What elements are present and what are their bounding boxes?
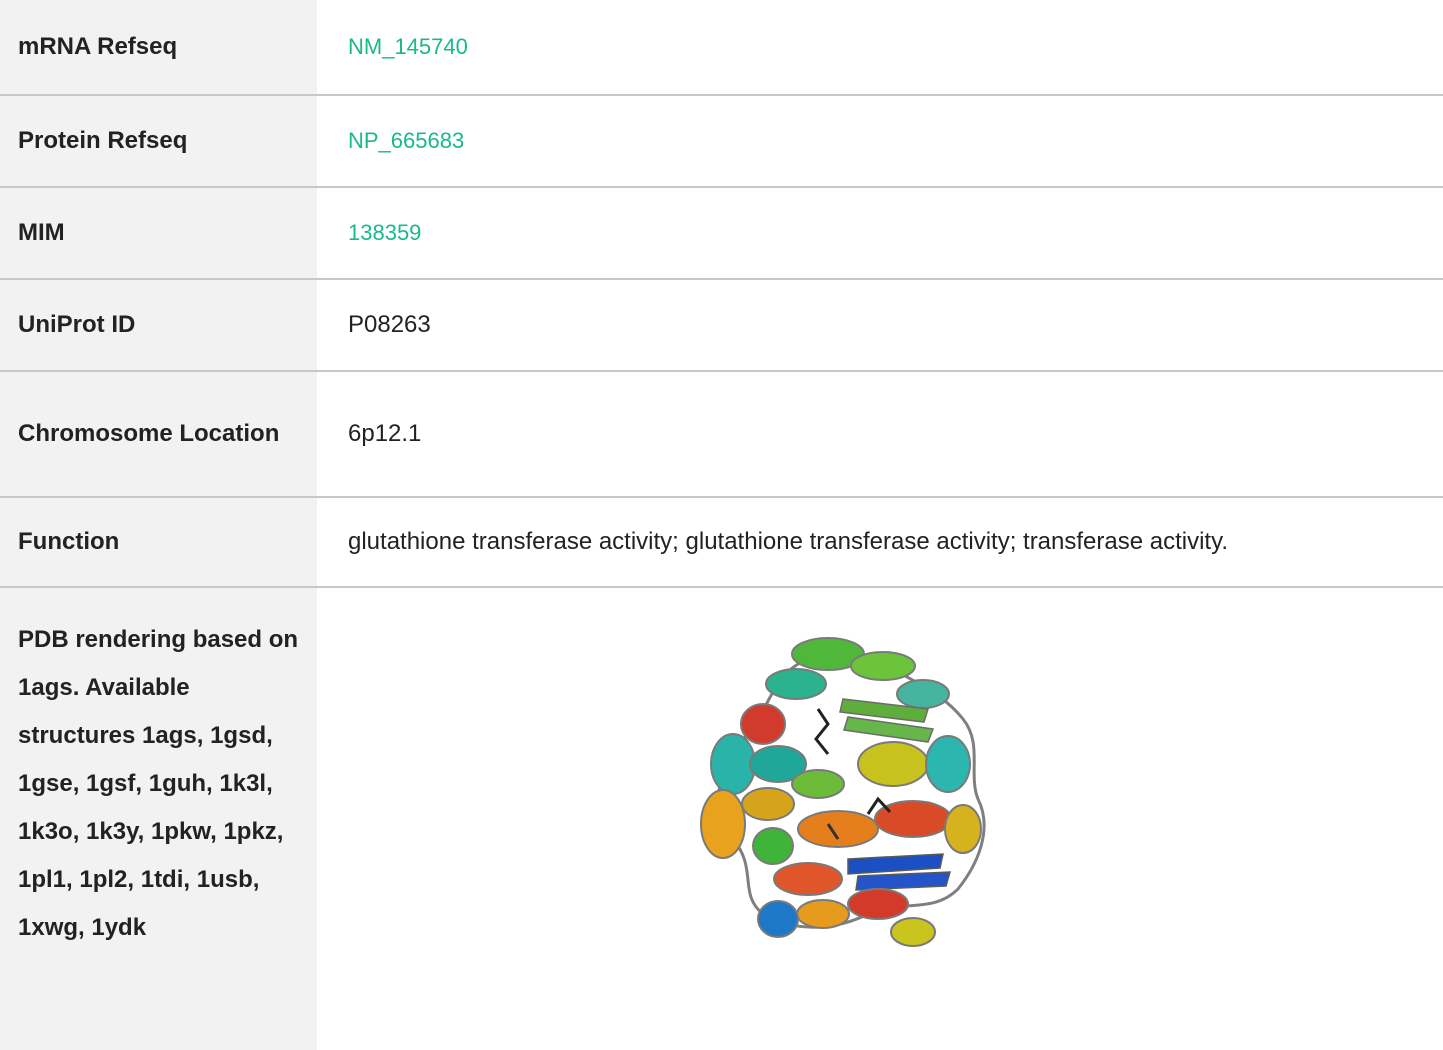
table-row-pdb-rendering: PDB rendering based on 1ags. Available s… [0, 587, 1443, 1050]
row-label: Function [0, 497, 317, 588]
row-label: Chromosome Location [0, 371, 317, 498]
protein-refseq-link[interactable]: NP_665683 [348, 128, 464, 153]
protein-structure-image [678, 614, 1020, 956]
mim-link[interactable]: 138359 [348, 220, 421, 245]
chromosome-location-value: 6p12.1 [317, 371, 1443, 498]
table-row-protein-refseq: Protein Refseq NP_665683 [0, 95, 1443, 188]
row-label: MIM [0, 187, 317, 280]
table-row-function: Function glutathione transferase activit… [0, 497, 1443, 588]
function-value: glutathione transferase activity; glutat… [317, 497, 1443, 588]
table-row-mim: MIM 138359 [0, 187, 1443, 280]
uniprot-id-value: P08263 [317, 279, 1443, 372]
row-label: Protein Refseq [0, 95, 317, 188]
row-label: PDB rendering based on 1ags. Available s… [0, 587, 317, 1050]
table-row-chromosome-location: Chromosome Location 6p12.1 [0, 371, 1443, 498]
mrna-refseq-link[interactable]: NM_145740 [348, 34, 468, 59]
table-row-uniprot-id: UniProt ID P08263 [0, 279, 1443, 372]
row-label: UniProt ID [0, 279, 317, 372]
gene-info-table: mRNA Refseq NM_145740 Protein Refseq NP_… [0, 0, 1443, 1050]
row-label: mRNA Refseq [0, 0, 317, 96]
table-row-mrna-refseq: mRNA Refseq NM_145740 [0, 0, 1443, 96]
protein-ribbon-illustration [678, 614, 1020, 956]
